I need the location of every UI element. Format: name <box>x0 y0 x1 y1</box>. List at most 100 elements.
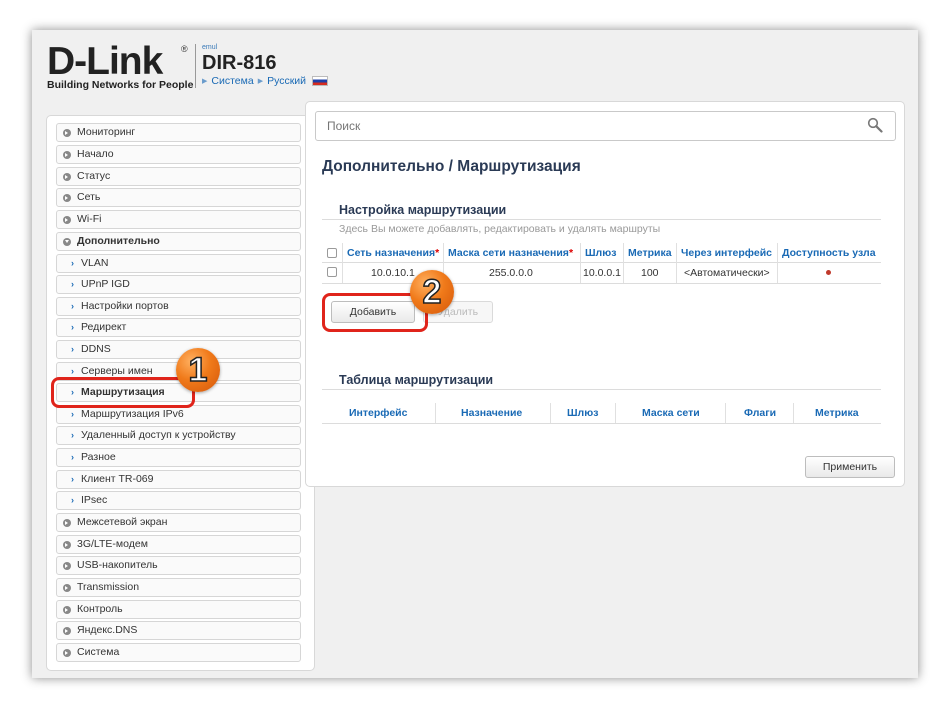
row-metric[interactable]: 100 <box>641 267 659 279</box>
divider <box>322 389 881 390</box>
sidebar-item-label: Яндекс.DNS <box>77 624 138 636</box>
column-separator <box>676 243 677 283</box>
sidebar-item-remote-access[interactable]: › Удаленный доступ к устройству <box>56 426 301 445</box>
sidebar-item-3g-lte-modem[interactable]: 3G/LTE-модем <box>56 535 301 554</box>
column-header[interactable]: Доступность узла <box>782 247 876 259</box>
sidebar-item-label: Удаленный доступ к устройству <box>81 429 236 441</box>
brand-name: D-Link <box>47 40 163 83</box>
sidebar-item-advanced[interactable]: Дополнительно <box>56 232 301 251</box>
sidebar-item-control[interactable]: Контроль <box>56 600 301 619</box>
dlink-logo: D-Link ® Building Networks for People <box>47 40 194 91</box>
column-header[interactable]: Шлюз <box>567 407 598 419</box>
chevron-right-icon <box>63 561 71 570</box>
sidebar-item-port-settings[interactable]: › Настройки портов <box>56 297 301 316</box>
chevron-right-icon <box>63 605 71 614</box>
chevron-right-icon <box>63 193 71 202</box>
highlight-routing-item <box>51 377 195 408</box>
chevron-right-icon: › <box>71 258 74 268</box>
sidebar-item-misc[interactable]: › Разное <box>56 448 301 467</box>
routing-table-title: Таблица маршрутизации <box>339 373 494 387</box>
column-header[interactable]: Интерфейс <box>349 407 407 419</box>
brand-tagline: Building Networks for People <box>47 79 194 91</box>
triangle-icon: ▶ <box>202 78 208 85</box>
column-header[interactable]: Шлюз <box>585 247 616 259</box>
triangle-icon: ▶ <box>257 78 264 85</box>
header-links: ▶ Система ▶ Русский <box>202 75 329 87</box>
column-header[interactable]: Флаги <box>744 407 776 419</box>
step-badge-2: 2 <box>410 270 454 314</box>
sidebar-item-label: Контроль <box>77 603 123 615</box>
row-network[interactable]: 10.0.10.1 <box>371 267 415 279</box>
sidebar-item-firewall[interactable]: Межсетевой экран <box>56 513 301 532</box>
column-separator <box>342 243 343 283</box>
language-link[interactable]: Русский <box>267 75 306 87</box>
chevron-right-icon: › <box>71 301 74 311</box>
chevron-right-icon: › <box>71 279 74 289</box>
row-gateway[interactable]: 10.0.0.1 <box>583 267 621 279</box>
model-sub: emul <box>202 44 218 51</box>
sidebar-item-network[interactable]: Сеть <box>56 188 301 207</box>
registered-mark: ® <box>181 44 188 54</box>
row-interface[interactable]: <Автоматически> <box>684 267 770 279</box>
chevron-right-icon <box>63 648 71 657</box>
chevron-right-icon <box>63 128 71 137</box>
sidebar-item-label: Статус <box>77 170 111 182</box>
sidebar-item-label: UPnP IGD <box>81 278 130 290</box>
column-header[interactable]: Маска сети назначения* <box>448 247 573 259</box>
chevron-right-icon <box>63 518 71 527</box>
system-link[interactable]: Система <box>211 75 253 87</box>
model-block: emul DIR-816 ▶ Система ▶ Русский <box>202 44 329 87</box>
column-separator <box>580 243 581 283</box>
column-header[interactable]: Метрика <box>628 247 672 259</box>
row-mask[interactable]: 255.0.0.0 <box>489 267 533 279</box>
column-separator <box>725 403 726 423</box>
chevron-down-icon <box>63 237 71 246</box>
sidebar-item-ipsec[interactable]: › IPsec <box>56 491 301 510</box>
select-all-checkbox[interactable] <box>327 248 337 258</box>
sidebar-item-label: Межсетевой экран <box>77 516 168 528</box>
chevron-right-icon <box>63 626 71 635</box>
chevron-right-icon <box>63 215 71 224</box>
apply-button[interactable]: Применить <box>805 456 895 478</box>
sidebar-item-redirect[interactable]: › Редирект <box>56 318 301 337</box>
row-checkbox[interactable] <box>327 267 337 277</box>
column-header[interactable]: Метрика <box>815 407 859 419</box>
column-header[interactable]: Сеть назначения* <box>347 247 439 259</box>
sidebar-item-yandex-dns[interactable]: Яндекс.DNS <box>56 621 301 640</box>
sidebar-item-label: Transmission <box>77 581 140 593</box>
sidebar-item-tr-069-client[interactable]: › Клиент TR-069 <box>56 470 301 489</box>
search-icon[interactable] <box>867 117 883 133</box>
divider <box>322 423 881 424</box>
chevron-right-icon: › <box>71 452 74 462</box>
model-name: DIR-816 <box>202 52 277 74</box>
sidebar-item-label: Настройки портов <box>81 300 169 312</box>
chevron-right-icon: › <box>71 344 74 354</box>
sidebar-item-usb-storage[interactable]: USB-накопитель <box>56 556 301 575</box>
column-header[interactable]: Маска сети <box>642 407 700 419</box>
chevron-right-icon: › <box>71 409 74 419</box>
sidebar-item-status[interactable]: Статус <box>56 167 301 186</box>
availability-dot-icon <box>826 270 831 275</box>
sidebar-item-label: VLAN <box>81 257 109 269</box>
column-header[interactable]: Назначение <box>461 407 522 419</box>
sidebar-item-label: IPsec <box>81 494 108 506</box>
sidebar-item-system[interactable]: Система <box>56 643 301 662</box>
sidebar-item-ddns[interactable]: › DDNS <box>56 340 301 359</box>
step-badge-1: 1 <box>176 348 220 392</box>
chevron-right-icon: › <box>71 430 74 440</box>
sidebar-item-vlan[interactable]: › VLAN <box>56 254 301 273</box>
sidebar-item-monitoring[interactable]: Мониторинг <box>56 123 301 142</box>
divider <box>322 219 881 220</box>
russian-flag-icon[interactable] <box>312 76 329 86</box>
sidebar-item-label: Сеть <box>77 191 101 203</box>
sidebar-item-wifi[interactable]: Wi-Fi <box>56 210 301 229</box>
column-separator <box>623 243 624 283</box>
sidebar-item-transmission[interactable]: Transmission <box>56 578 301 597</box>
sidebar-item-upnp-igd[interactable]: › UPnP IGD <box>56 275 301 294</box>
routing-setup-title: Настройка маршрутизации <box>339 203 507 217</box>
sidebar-item-start[interactable]: Начало <box>56 145 301 164</box>
column-header[interactable]: Через интерфейс <box>681 247 772 259</box>
search-input[interactable] <box>315 111 896 141</box>
sidebar-item-label: Система <box>77 646 120 658</box>
chevron-right-icon: › <box>71 322 74 332</box>
